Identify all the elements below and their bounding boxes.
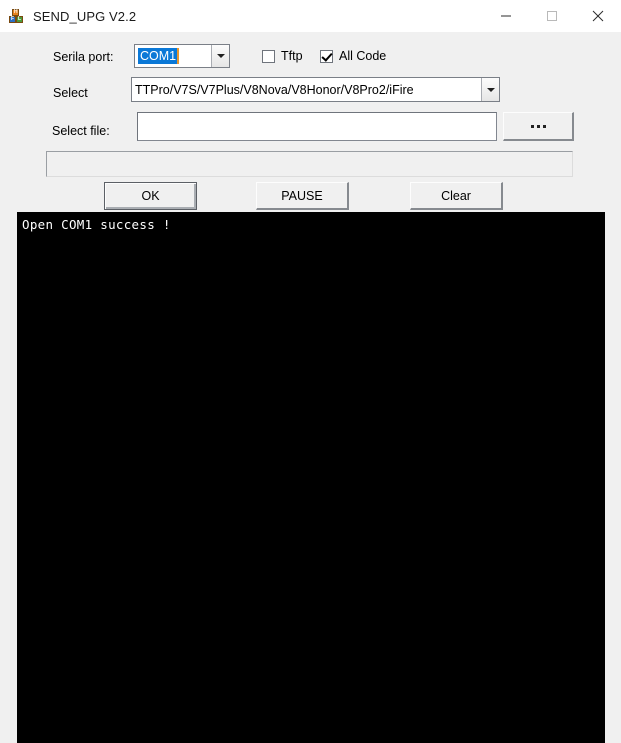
pause-button[interactable]: PAUSE — [256, 182, 349, 210]
window-controls — [483, 0, 621, 32]
console-output[interactable]: Open COM1 success ! — [17, 212, 605, 743]
maximize-button[interactable] — [529, 0, 575, 32]
ellipsis-icon — [530, 124, 546, 128]
chevron-down-icon — [486, 87, 495, 92]
progress-bar — [46, 151, 573, 177]
select-file-label: Select file: — [52, 124, 110, 138]
title-bar: H F L SEND_UPG V2.2 — [0, 0, 621, 32]
browse-button[interactable] — [503, 112, 574, 141]
model-select-combo[interactable]: TTPro/V7S/V7Plus/V8Nova/V8Honor/V8Pro2/i… — [131, 77, 500, 102]
console-line: Open COM1 success ! — [22, 217, 171, 232]
tftp-checkbox-label: Tftp — [281, 49, 303, 63]
select-label: Select — [53, 86, 88, 100]
serial-port-input[interactable]: COM1 — [135, 45, 211, 67]
serial-port-combo[interactable]: COM1 — [134, 44, 230, 68]
minimize-button[interactable] — [483, 0, 529, 32]
window-title: SEND_UPG V2.2 — [33, 8, 137, 24]
tftp-checkbox[interactable]: Tftp — [262, 49, 303, 63]
model-select-value: TTPro/V7S/V7Plus/V8Nova/V8Honor/V8Pro2/i… — [135, 82, 414, 97]
maximize-icon — [547, 11, 557, 21]
serial-port-label: Serila port: — [53, 50, 114, 64]
blocks-icon: H F L — [9, 9, 23, 23]
all-code-checkbox[interactable]: All Code — [320, 49, 386, 63]
ok-button[interactable]: OK — [104, 182, 197, 210]
clear-button[interactable]: Clear — [410, 182, 503, 210]
select-file-field[interactable] — [137, 112, 497, 141]
close-icon — [592, 10, 604, 22]
model-select-dropdown-button[interactable] — [481, 78, 499, 101]
form-panel: Serila port: COM1 Tftp All Code Select T… — [0, 32, 621, 743]
serial-port-value: COM1 — [138, 48, 180, 64]
close-button[interactable] — [575, 0, 621, 32]
serial-port-dropdown-button[interactable] — [211, 45, 229, 67]
chevron-down-icon — [216, 54, 225, 58]
tftp-checkbox-box[interactable] — [262, 49, 275, 63]
minimize-icon — [501, 15, 511, 17]
select-file-input[interactable] — [138, 113, 496, 140]
all-code-checkbox-box[interactable] — [320, 49, 333, 63]
all-code-checkbox-label: All Code — [339, 49, 387, 63]
